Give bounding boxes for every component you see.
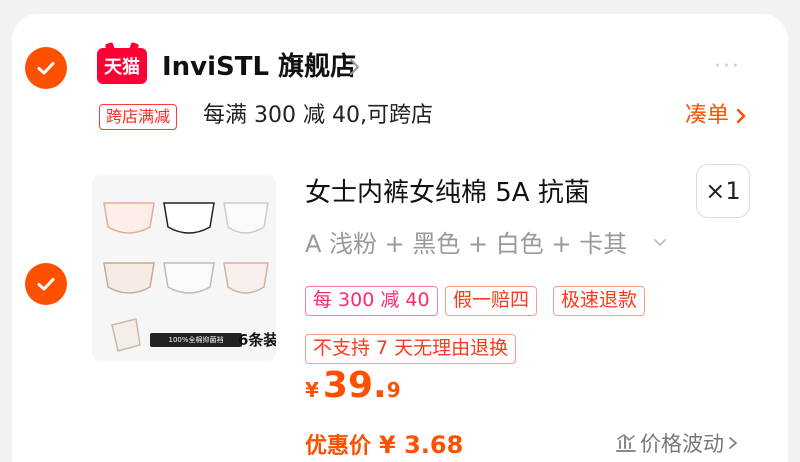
coupon-price-label: 优惠价 — [305, 434, 372, 459]
store-name-link[interactable]: InviSTL 旗舰店 — [162, 48, 356, 86]
more-options-icon[interactable]: ··· — [714, 56, 741, 78]
counterfeit-compensation-tag: 假一赔四 — [445, 286, 538, 316]
discount-tag: 每 300 减 40 — [305, 286, 438, 316]
price-integer: 39. — [322, 365, 387, 406]
chevron-right-icon — [729, 437, 737, 449]
price-trend-label: 价格波动 — [640, 432, 724, 456]
coupon-price-value: ¥ 3.68 — [379, 431, 464, 459]
tmall-logo: 天猫 — [97, 48, 147, 84]
product-image-count: 6条装 — [238, 331, 276, 349]
chevron-down-icon[interactable] — [652, 234, 668, 250]
fast-refund-tag: 极速退款 — [553, 286, 646, 316]
store-select-checkbox[interactable] — [25, 47, 67, 89]
checkmark-icon — [37, 278, 55, 291]
add-on-items-label: 凑单 — [685, 103, 730, 128]
price: ¥ 39. 9 — [305, 365, 401, 406]
promo-description: 每满 300 减 40,可跨店 — [203, 103, 433, 128]
item-select-checkbox[interactable] — [25, 263, 67, 305]
price-decimal: 9 — [386, 378, 401, 402]
checkmark-icon — [37, 62, 55, 75]
price-currency: ¥ — [305, 378, 319, 402]
no-return-tag: 不支持 7 天无理由退换 — [305, 334, 517, 364]
coupon-price: 优惠价 ¥ 3.68 — [305, 428, 463, 460]
variant-selector[interactable]: A 浅粉 + 黑色 + 白色 + 卡其 — [305, 226, 627, 262]
product-thumbnail[interactable]: 100%全棉抑菌裆 6条装 — [92, 175, 276, 361]
chevron-right-icon — [736, 108, 746, 124]
price-trend-icon — [616, 434, 636, 452]
price-trend-link[interactable]: 价格波动 — [614, 428, 740, 458]
chevron-right-icon[interactable] — [343, 56, 365, 78]
product-title[interactable]: 女士内裤女纯棉 5A 抗菌 — [305, 173, 590, 213]
quantity-badge[interactable]: ×1 — [696, 164, 750, 218]
product-image-banner: 100%全棉抑菌裆 — [150, 333, 242, 347]
tmall-logo-text: 天猫 — [104, 57, 140, 78]
add-on-items-link[interactable]: 凑单 — [685, 100, 749, 132]
cross-store-discount-badge: 跨店满减 — [99, 104, 178, 130]
